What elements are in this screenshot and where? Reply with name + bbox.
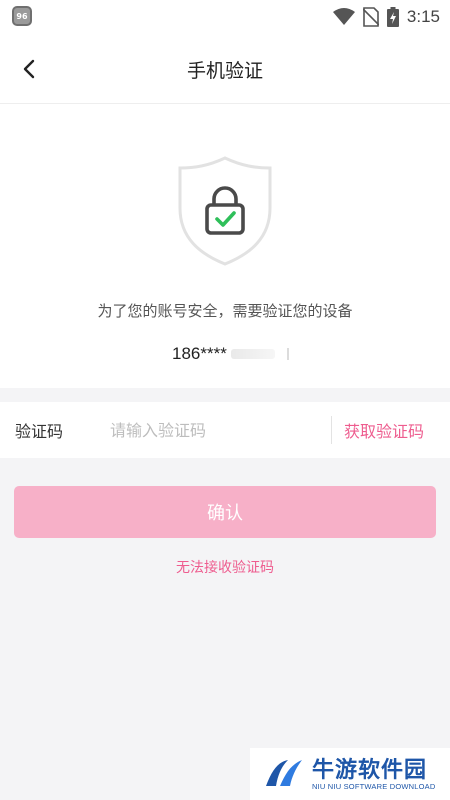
code-row: 验证码 获取验证码 (0, 402, 450, 458)
phone-mask-blur (230, 349, 275, 359)
status-bar: 96 3:15 (0, 0, 450, 34)
watermark: 牛游软件园 NIU NIU SOFTWARE DOWNLOAD (250, 748, 450, 800)
wifi-icon (332, 8, 355, 25)
cannot-receive-link[interactable]: 无法接收验证码 (0, 557, 450, 577)
watermark-title: 牛游软件园 (312, 758, 428, 783)
confirm-button[interactable]: 确认 (14, 486, 436, 538)
niuniu-logo-icon (266, 760, 302, 786)
verification-description: 为了您的账号安全，需要验证您的设备 (97, 302, 353, 320)
app-notification-icon: 96 (12, 6, 32, 26)
code-label: 验证码 (15, 422, 64, 441)
watermark-subtitle: NIU NIU SOFTWARE DOWNLOAD (312, 782, 436, 791)
back-button[interactable] (12, 52, 46, 86)
get-code-button[interactable]: 获取验证码 (344, 402, 424, 458)
battery-charging-icon (386, 7, 399, 27)
code-input[interactable] (110, 414, 320, 446)
header: 手机验证 (0, 34, 450, 104)
status-time: 3:15 (406, 7, 440, 26)
shield-lock-check-icon (178, 156, 272, 266)
chevron-left-icon (23, 59, 35, 79)
page-title: 手机验证 (186, 59, 263, 82)
verification-hero: 为了您的账号安全，需要验证您的设备 186**** (0, 104, 450, 388)
cannot-receive-label: 无法接收验证码 (176, 560, 274, 576)
no-sim-icon (362, 7, 379, 27)
code-divider (331, 416, 332, 444)
phone-number-text: 186**** (172, 344, 227, 363)
phone-number: 186**** (172, 344, 289, 364)
phone-mask-separator (286, 348, 289, 360)
status-icons: 3:15 (332, 0, 440, 34)
